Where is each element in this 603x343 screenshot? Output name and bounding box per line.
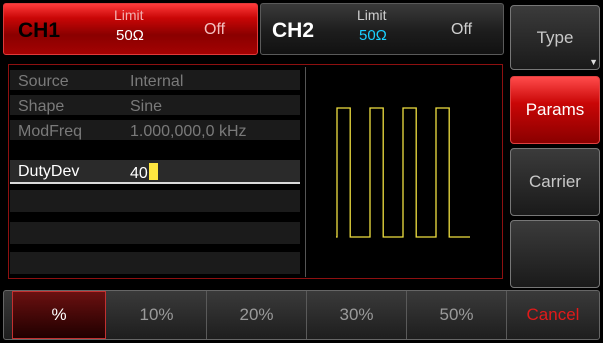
param-value: 1.000,000,0 kHz [130, 123, 247, 140]
ch2-impedance: 50Ω [359, 27, 387, 44]
preset-10-key[interactable]: 10% [107, 291, 207, 339]
type-label: Type [536, 27, 574, 47]
param-label: DutyDev [18, 163, 80, 180]
cancel-key-label: Cancel [526, 305, 580, 324]
param-row-dutydev[interactable]: DutyDev 40 [10, 160, 300, 184]
param-row-shape[interactable]: Shape Sine [10, 95, 300, 115]
dutydev-input[interactable]: 40 [130, 163, 158, 183]
preset-10-label: 10% [139, 305, 174, 324]
ch1-output-state: Off [204, 21, 226, 38]
text-cursor [148, 163, 158, 180]
preset-30-key[interactable]: 30% [307, 291, 407, 339]
carrier-label: Carrier [529, 172, 581, 191]
param-value: Sine [130, 98, 163, 115]
carrier-button[interactable]: Carrier [510, 148, 600, 216]
type-button[interactable]: Type ▼ [510, 5, 600, 70]
param-label: Source [18, 73, 69, 90]
ch2-name: CH2 [272, 19, 315, 42]
param-value: Internal [130, 73, 184, 90]
blank-softkey[interactable] [510, 220, 600, 288]
params-label: Params [525, 100, 585, 119]
ch1-tab[interactable]: CH1 Limit 50Ω Off [3, 3, 258, 55]
waveform-preview [336, 107, 470, 238]
ch1-name: CH1 [18, 19, 61, 42]
ch2-limit-label: Limit [357, 7, 387, 23]
dropdown-arrow-icon: ▼ [589, 57, 598, 67]
param-label: ModFreq [18, 123, 83, 140]
empty-row [10, 222, 300, 244]
preset-20-label: 20% [239, 305, 274, 324]
params-button[interactable]: Params [510, 76, 600, 144]
ch2-tab[interactable]: CH2 Limit 50Ω Off [260, 3, 504, 55]
preset-50-label: 50% [439, 305, 474, 324]
empty-row [10, 190, 300, 212]
param-row-modfreq[interactable]: ModFreq 1.000,000,0 kHz [10, 120, 300, 140]
pulse-waveform [336, 107, 470, 238]
ch2-output-state: Off [451, 21, 473, 38]
cancel-key[interactable]: Cancel [508, 291, 598, 339]
ch1-limit-label: Limit [114, 7, 144, 23]
preset-20-key[interactable]: 20% [207, 291, 307, 339]
param-label: Shape [18, 98, 65, 115]
empty-row [10, 252, 300, 274]
param-row-source[interactable]: Source Internal [10, 70, 300, 90]
percent-key[interactable]: % [12, 291, 106, 339]
percent-key-label: % [51, 305, 67, 324]
ch1-impedance: 50Ω [116, 27, 144, 44]
preset-30-label: 30% [339, 305, 374, 324]
preset-50-key[interactable]: 50% [407, 291, 507, 339]
param-value: 40 [130, 165, 148, 182]
